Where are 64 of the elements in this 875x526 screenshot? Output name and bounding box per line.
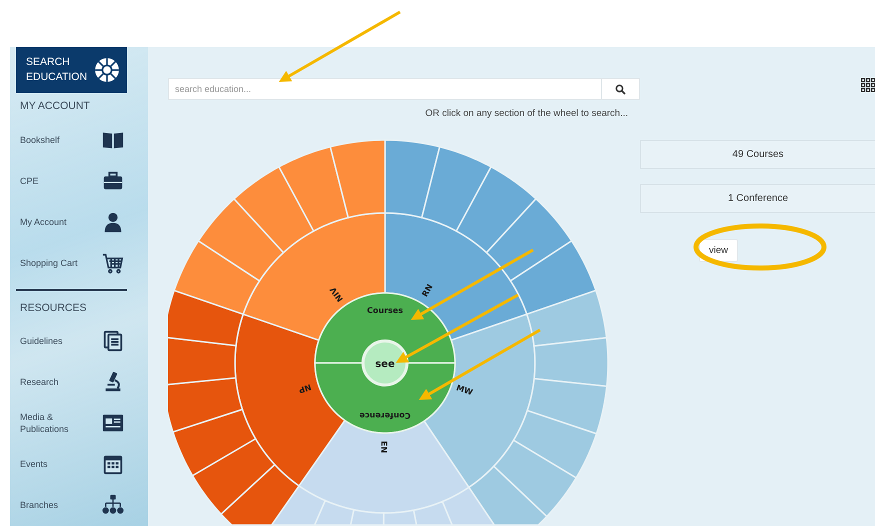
wheel-segment[interactable] xyxy=(509,240,597,316)
section-heading: RESOURCES xyxy=(20,300,88,316)
wheel-label: see xyxy=(375,359,395,370)
sidebar-item[interactable]: Branches xyxy=(16,484,124,526)
cart-icon xyxy=(102,252,124,274)
wheel-label: Conference xyxy=(359,411,411,420)
wheel-segment[interactable] xyxy=(168,336,237,386)
sidebar-item[interactable]: My Account xyxy=(16,201,124,242)
wheel-segment[interactable] xyxy=(533,336,609,388)
wheel-segment[interactable] xyxy=(329,139,386,218)
document-icon xyxy=(102,330,124,352)
wheel-segment[interactable] xyxy=(512,410,598,479)
sidebar-item[interactable]: Events xyxy=(16,444,124,484)
wheel-label: NP xyxy=(298,382,312,395)
wheel-segment[interactable] xyxy=(526,378,608,435)
section-heading: MY ACCOUNT xyxy=(20,99,91,114)
sidebar-item[interactable]: Research xyxy=(16,362,124,402)
briefcase-icon xyxy=(102,170,124,192)
wheel-segment[interactable] xyxy=(298,419,470,514)
wheel-segment[interactable] xyxy=(197,198,285,282)
wheel-segment[interactable] xyxy=(468,465,548,526)
wheel-segment[interactable] xyxy=(220,464,300,526)
result-count[interactable]: 49 Courses xyxy=(640,140,875,169)
wheel-center[interactable] xyxy=(362,340,408,386)
wheel-segment[interactable] xyxy=(168,377,244,433)
wheel-label: Courses xyxy=(367,306,403,315)
wheel-segment[interactable] xyxy=(423,313,536,488)
sidebar-item[interactable]: CPE xyxy=(16,160,124,201)
wheel-segment[interactable] xyxy=(441,486,496,526)
hierarchy-icon xyxy=(102,494,124,516)
wheel-segment[interactable] xyxy=(278,146,350,232)
grid-icon[interactable] xyxy=(861,78,875,92)
sidebar-item[interactable]: Shopping Cart xyxy=(16,242,124,283)
wheel-segment[interactable] xyxy=(485,198,573,282)
search-field[interactable]: search education... xyxy=(168,78,602,100)
brand-title: SEARCH EDUCATION xyxy=(26,55,86,85)
sidebar-item[interactable]: Media & Publications xyxy=(16,402,124,444)
calendar-icon xyxy=(102,453,124,475)
result-count[interactable]: 1 Conference xyxy=(640,184,875,213)
wheel-segment[interactable] xyxy=(192,438,276,516)
wheel-label: RN xyxy=(420,282,435,298)
wheel-segment[interactable] xyxy=(233,166,315,254)
sidebar-item[interactable]: Guidelines xyxy=(16,320,124,362)
wheel-segment[interactable] xyxy=(492,439,578,518)
wheel-label: MW xyxy=(455,383,474,398)
wheel-segment[interactable] xyxy=(234,313,346,487)
search-button[interactable] xyxy=(602,78,640,100)
wheel-segment[interactable] xyxy=(384,139,441,218)
wheel-segment[interactable] xyxy=(173,240,261,316)
wheel-segment[interactable] xyxy=(172,408,257,477)
hint-text: OR click on any section of the wheel to search... xyxy=(425,108,628,121)
wheel-segment[interactable] xyxy=(168,289,244,346)
wheel-segment[interactable] xyxy=(526,289,608,347)
sidebar-item[interactable]: Bookshelf xyxy=(16,119,124,160)
wheel-segment[interactable] xyxy=(314,362,456,434)
newspaper-icon xyxy=(102,412,124,434)
wheel-icon xyxy=(94,57,120,83)
wheel-segment[interactable] xyxy=(455,166,537,254)
wheel-label: EN xyxy=(379,440,388,454)
search-icon xyxy=(615,84,626,94)
wheel-segment[interactable] xyxy=(420,146,492,232)
wheel-segment[interactable] xyxy=(270,484,326,526)
person-icon xyxy=(102,210,124,232)
sidebar-header[interactable]: SEARCH EDUCATION xyxy=(16,47,127,93)
